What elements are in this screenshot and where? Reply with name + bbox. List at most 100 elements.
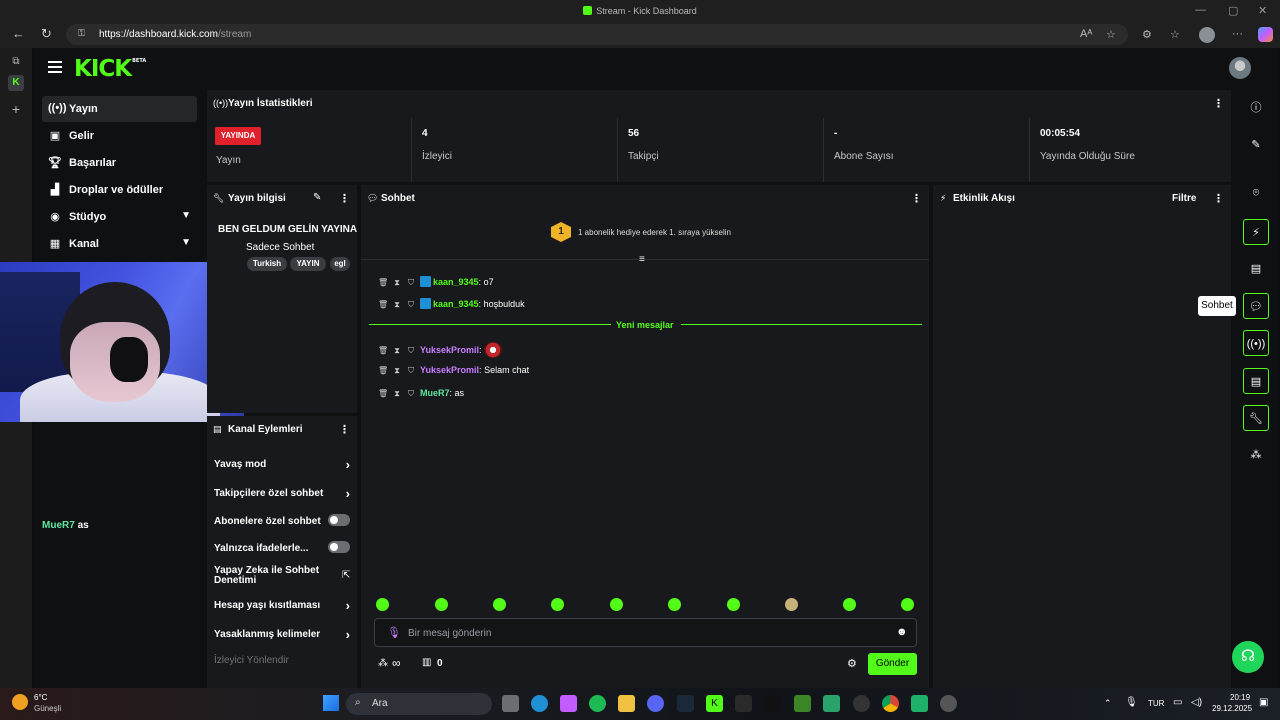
steelseries-icon[interactable] — [853, 695, 870, 712]
kick-logo[interactable]: KICKBETA — [74, 56, 146, 82]
language-indicator[interactable]: TUR — [1148, 699, 1164, 708]
channel-actions-menu-icon[interactable]: ⋮ — [339, 423, 350, 436]
edit-icon[interactable]: ✎ — [1243, 132, 1269, 158]
copilot-app-icon[interactable] — [560, 695, 577, 712]
notes-icon[interactable]: ▤ — [1243, 256, 1269, 282]
spotify-icon[interactable] — [589, 695, 606, 712]
close-button[interactable]: ✕ — [1258, 4, 1267, 17]
clock-time[interactable]: 20:19 — [1230, 693, 1250, 702]
emote-button[interactable] — [727, 598, 740, 611]
filter-button[interactable]: Filtre — [1172, 193, 1196, 204]
app-icon[interactable] — [911, 695, 928, 712]
sidebar-item-kanal[interactable]: ▦ Kanal ▼ — [42, 231, 197, 257]
epic-games-icon[interactable] — [735, 695, 752, 712]
emote-button[interactable] — [376, 598, 389, 611]
sidebar-item-gelir[interactable]: ▣ Gelir — [42, 123, 197, 149]
microphone-icon[interactable]: 🎙︎ — [1125, 697, 1138, 708]
quick-actions-icon[interactable]: ⌾ — [1243, 180, 1269, 206]
chat-message[interactable]: 🗑︎ ⧗ ⛉ kaan_9345: hoşbulduk — [378, 298, 525, 310]
taskbar-search[interactable]: ⌕ Ara — [346, 693, 492, 715]
gift-promo-text[interactable]: 1 abonelik hediye ederek 1. sıraya yükse… — [578, 228, 731, 237]
tab-kick[interactable]: K — [8, 75, 24, 91]
emote-button[interactable] — [843, 598, 856, 611]
minimize-button[interactable]: — — [1195, 4, 1206, 16]
more-icon[interactable]: ··· — [1232, 28, 1243, 40]
chat-message[interactable]: 🗑︎ ⧗ ⛉ YuksekPromil: — [378, 342, 503, 358]
action-followers-only[interactable]: Takipçilere özel sohbet › — [214, 486, 354, 501]
emotes-only-toggle[interactable] — [328, 541, 350, 553]
channel-actions-toggle[interactable]: ▤ — [1243, 368, 1269, 394]
app-icon[interactable] — [764, 695, 781, 712]
emote-button[interactable] — [493, 598, 506, 611]
chat-input[interactable]: 🎙︎ Bir mesaj gönderin ☻ — [374, 618, 917, 647]
file-explorer-icon[interactable] — [618, 695, 635, 712]
new-tab-icon[interactable]: + — [8, 101, 24, 117]
discord-icon[interactable] — [647, 695, 664, 712]
weather-icon[interactable] — [12, 694, 28, 710]
chat-toggle[interactable]: 💬︎ — [1243, 293, 1269, 319]
app-icon[interactable] — [823, 695, 840, 712]
tab-actions-icon[interactable]: ⧉ — [8, 54, 24, 70]
emote-button[interactable] — [610, 598, 623, 611]
microphone-icon[interactable]: 🎙︎ — [387, 626, 401, 639]
emote-button[interactable] — [785, 598, 798, 611]
start-button[interactable] — [323, 695, 339, 711]
profile-avatar[interactable] — [1199, 27, 1215, 43]
activity-feed-toggle[interactable]: ⚡︎ — [1243, 219, 1269, 245]
sidebar-item-studyo[interactable]: ◉ Stüdyo ▼ — [42, 204, 197, 230]
extensions-icon[interactable]: ⚙ — [1142, 28, 1152, 41]
network-icon[interactable]: ▭ — [1173, 697, 1182, 708]
emoji-icon[interactable]: ☻ — [896, 626, 908, 638]
steam-icon[interactable] — [677, 695, 694, 712]
activity-menu-icon[interactable]: ⋮ — [1213, 192, 1224, 205]
emote-button[interactable] — [435, 598, 448, 611]
emote-button[interactable] — [551, 598, 564, 611]
user-avatar[interactable] — [1229, 57, 1251, 79]
more-widgets-icon[interactable]: ⁂ — [1243, 442, 1269, 468]
chat-message[interactable]: 🗑︎ ⧗ ⛉ YuksekPromil: Selam chat — [378, 365, 529, 376]
support-chat-icon[interactable]: ☊ — [1232, 641, 1264, 673]
task-view-icon[interactable] — [502, 695, 519, 712]
menu-icon[interactable] — [48, 61, 62, 73]
clock-date[interactable]: 29.12.2025 — [1212, 704, 1252, 713]
notification-icon[interactable]: ▣ — [1259, 697, 1268, 708]
chat-message[interactable]: 🗑︎ ⧗ ⛉ MueR7: as — [378, 388, 464, 399]
obs-icon[interactable] — [940, 695, 957, 712]
chat-menu-icon[interactable]: ⋮ — [911, 192, 922, 205]
edit-icon[interactable]: ✎ — [313, 192, 321, 203]
refresh-button[interactable]: ↻ — [41, 26, 52, 42]
stats-menu-icon[interactable]: ⋮ — [1213, 97, 1224, 110]
chrome-icon[interactable] — [882, 695, 899, 712]
sidebar-item-droplar[interactable]: ▟ Droplar ve ödüller — [42, 177, 197, 203]
action-slow-mode[interactable]: Yavaş mod › — [214, 457, 354, 472]
stream-info-menu-icon[interactable]: ⋮ — [339, 192, 350, 205]
action-banned-words[interactable]: Yasaklanmış kelimeler › — [214, 627, 354, 642]
gift-icon[interactable]: ▥ — [422, 657, 431, 668]
chat-message[interactable]: 🗑︎ ⧗ ⛉ kaan_9345: o7 — [378, 276, 494, 288]
edge-icon[interactable] — [531, 695, 548, 712]
chevron-up-icon[interactable]: ⌃ — [1104, 698, 1112, 709]
points-icon[interactable]: ⁂ — [378, 658, 388, 669]
stream-info-toggle[interactable]: 🔧︎ — [1243, 405, 1269, 431]
broadcast-toggle[interactable]: ((•)) — [1243, 330, 1269, 356]
chat-settings-icon[interactable]: ⚙ — [847, 657, 857, 670]
emote-button[interactable] — [668, 598, 681, 611]
emote-button[interactable] — [901, 598, 914, 611]
action-ai-moderation[interactable]: Yapay Zeka ile Sohbet Denetimi — [214, 566, 324, 586]
info-icon[interactable]: ⓘ — [1243, 95, 1269, 121]
kick-app-icon[interactable]: K — [706, 695, 723, 712]
collections-icon[interactable]: ☆ — [1170, 28, 1180, 41]
read-aloud-icon[interactable]: Aᴬ — [1080, 28, 1092, 40]
send-button[interactable]: Gönder — [868, 653, 917, 675]
sidebar-item-basarilar[interactable]: 🏆︎ Başarılar — [42, 150, 197, 176]
minecraft-icon[interactable] — [794, 695, 811, 712]
sidebar-item-yayin[interactable]: ((•)) Yayın — [42, 96, 197, 122]
subscribers-only-toggle[interactable] — [328, 514, 350, 526]
back-button[interactable]: ← — [12, 26, 25, 41]
action-emotes-only[interactable]: Yalnızca ifadelerle... — [214, 541, 354, 554]
action-account-age[interactable]: Hesap yaşı kısıtlaması › — [214, 598, 354, 613]
site-info-icon[interactable]: ⚿ — [78, 28, 85, 39]
action-subscribers-only[interactable]: Abonelere özel sohbet — [214, 514, 354, 527]
address-bar[interactable]: ⚿ https://dashboard.kick.com/stream — [66, 24, 1128, 45]
external-link-icon[interactable]: ⇱ — [342, 570, 350, 581]
